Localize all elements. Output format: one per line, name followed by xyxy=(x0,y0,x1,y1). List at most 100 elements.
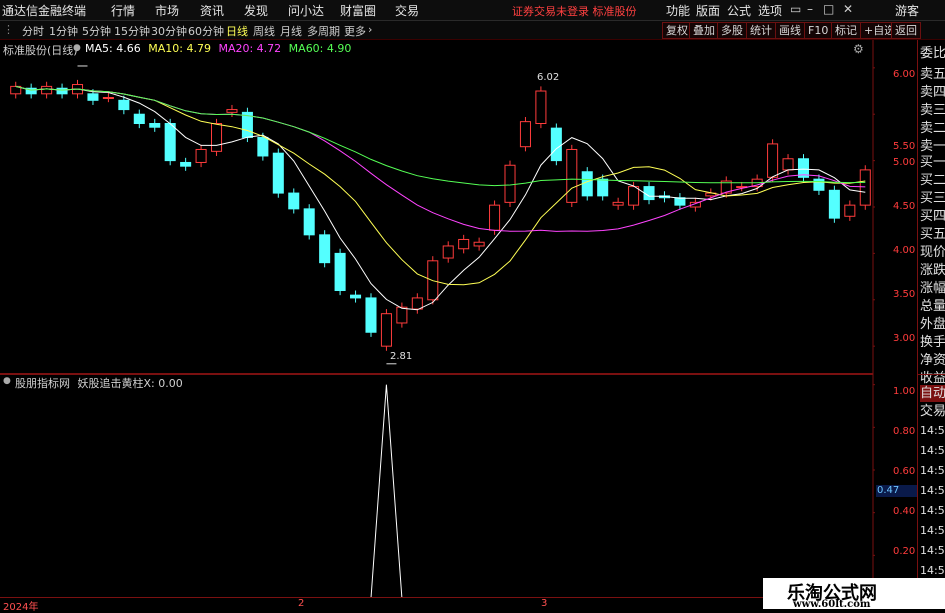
mark-button[interactable]: 标记 xyxy=(831,22,861,39)
x-axis-label: 3 xyxy=(541,598,548,609)
indicator-chart-panel[interactable]: ● 股朋指标网 妖股追击黄柱X: 0.00 1.00 0.80 0.60 0.4… xyxy=(0,374,917,598)
menu-wealth-circle[interactable]: 财富圈 xyxy=(340,2,376,19)
kline-chart-panel[interactable]: 标准股份(日线) ● MA5: 4.66 MA10: 4.79 MA20: 4.… xyxy=(0,40,915,374)
side-label-outer: 外盘 xyxy=(920,317,945,332)
candle-body xyxy=(87,93,99,101)
quote-side-panel[interactable]: 委比 卖五 卖四 卖三 卖二 卖一 买一 买二 买三 买四 买五 现价 涨跌 涨… xyxy=(917,40,945,609)
minimize-icon[interactable]: – xyxy=(807,2,813,16)
menu-market[interactable]: 市场 xyxy=(155,2,179,19)
sub-y-tick-label: 0.80 xyxy=(893,426,916,437)
candle-body xyxy=(411,297,423,310)
menu-ask-xiaoda[interactable]: 问小达 xyxy=(288,2,324,19)
formula-label: 妖股追击黄柱X: 0.00 xyxy=(77,377,183,390)
candle-body xyxy=(118,99,130,111)
period-intraday[interactable]: 分时 xyxy=(22,23,44,39)
candle-body xyxy=(550,127,562,162)
back-button[interactable]: 返回 xyxy=(891,22,921,39)
candle-body xyxy=(674,197,686,206)
candle-body xyxy=(828,189,840,219)
candle-body xyxy=(782,158,794,171)
candle-body xyxy=(319,234,331,264)
side-label-net-asset: 净资 xyxy=(920,353,945,368)
period-1min[interactable]: 1分钟 xyxy=(49,23,78,39)
auto-trade-label[interactable]: 自动 xyxy=(920,385,945,402)
guest-label[interactable]: 游客 xyxy=(895,2,919,19)
toolbar-grip-icon: ⋮ xyxy=(3,23,14,36)
indicator-line xyxy=(15,384,866,598)
candle-body xyxy=(195,148,207,163)
x-axis-label: 2024年 xyxy=(3,602,39,613)
settings-dot-icon[interactable]: ● xyxy=(73,43,81,53)
period-5min[interactable]: 5分钟 xyxy=(82,23,111,39)
monitor-icon[interactable]: ▭ xyxy=(790,2,801,16)
low-price-marker: 2.81 xyxy=(390,351,413,362)
menu-discover[interactable]: 发现 xyxy=(244,2,268,19)
menu-function[interactable]: 功能 xyxy=(666,2,690,19)
candle-body xyxy=(859,169,871,206)
kline-chart-svg[interactable] xyxy=(0,40,875,374)
close-icon[interactable]: ✕ xyxy=(843,2,853,16)
ma10-label: MA10: xyxy=(148,42,183,55)
candle-body xyxy=(365,297,377,333)
app-title: 通达信金融终端 xyxy=(2,4,87,18)
ma60-value: 4.90 xyxy=(326,42,352,55)
period-daily[interactable]: 日线 xyxy=(226,23,248,39)
candle-body xyxy=(41,85,53,95)
period-more[interactable]: 更多 xyxy=(344,23,366,39)
statistics-button[interactable]: 统计 xyxy=(746,22,776,39)
menu-quotes[interactable]: 行情 xyxy=(111,2,135,19)
menu-formula[interactable]: 公式 xyxy=(727,2,751,19)
period-60min[interactable]: 60分钟 xyxy=(188,23,224,39)
tick-time: 14:56 xyxy=(920,564,945,577)
maximize-icon[interactable]: □ xyxy=(823,2,834,16)
ma20-value: 4.72 xyxy=(256,42,282,55)
period-monthly[interactable]: 月线 xyxy=(280,23,302,39)
side-label-ask1: 卖一 xyxy=(920,139,945,154)
candle-body xyxy=(288,192,300,210)
draw-line-button[interactable]: 画线 xyxy=(775,22,805,39)
y-tick-label: 6.00 xyxy=(893,69,916,80)
candle-body xyxy=(102,97,114,100)
candle-body xyxy=(272,152,284,194)
adjust-price-button[interactable]: 复权 xyxy=(662,22,692,39)
x-axis-label: 2 xyxy=(298,598,305,609)
overlay-button[interactable]: 叠加 xyxy=(689,22,719,39)
candle-body xyxy=(813,178,825,191)
ma10-value: 4.79 xyxy=(186,42,211,55)
f10-button[interactable]: F10 xyxy=(804,22,833,39)
menu-trade[interactable]: 交易 xyxy=(395,2,419,19)
login-notice[interactable]: 证券交易未登录 标准股份 xyxy=(512,3,637,19)
side-label-bid-ratio: 委比 xyxy=(920,46,945,61)
indicator-chart-svg[interactable] xyxy=(0,374,875,598)
indicator-settings-dot-icon[interactable]: ● xyxy=(3,376,11,386)
period-30min[interactable]: 30分钟 xyxy=(151,23,187,39)
sub-y-tick-label: 1.00 xyxy=(893,386,916,397)
auto-trade-label[interactable]: 交易 xyxy=(920,403,945,420)
candle-body xyxy=(473,241,485,247)
ma60-label: MA60: xyxy=(288,42,324,55)
side-label-turnover: 换手 xyxy=(920,335,945,350)
tick-time: 14:56 xyxy=(920,544,945,557)
menu-news[interactable]: 资讯 xyxy=(200,2,224,19)
indicator-name: 股朋指标网 xyxy=(15,377,70,390)
sub-y-tick-label: 0.40 xyxy=(893,506,916,517)
period-weekly[interactable]: 周线 xyxy=(253,23,275,39)
chevron-right-icon[interactable]: › xyxy=(368,23,372,36)
x-axis-line xyxy=(0,597,875,598)
candle-body xyxy=(334,252,346,291)
multi-stock-button[interactable]: 多股 xyxy=(717,22,747,39)
side-label-bid2: 买二 xyxy=(920,173,945,188)
ma5-label: MA5: xyxy=(85,42,113,55)
menu-layout[interactable]: 版面 xyxy=(696,2,720,19)
candle-body xyxy=(396,306,408,324)
period-multi[interactable]: 多周期 xyxy=(307,23,340,39)
period-15min[interactable]: 15分钟 xyxy=(114,23,150,39)
candle-body xyxy=(844,204,856,217)
candle-body xyxy=(767,143,779,178)
watermark-url: www.60lt.com xyxy=(793,599,871,610)
settings-icon[interactable]: ⚙ xyxy=(853,42,864,56)
menu-options[interactable]: 选项 xyxy=(758,2,782,19)
candle-body xyxy=(489,204,501,231)
candle-body xyxy=(164,123,176,162)
tick-time: 14:56 xyxy=(920,424,945,437)
